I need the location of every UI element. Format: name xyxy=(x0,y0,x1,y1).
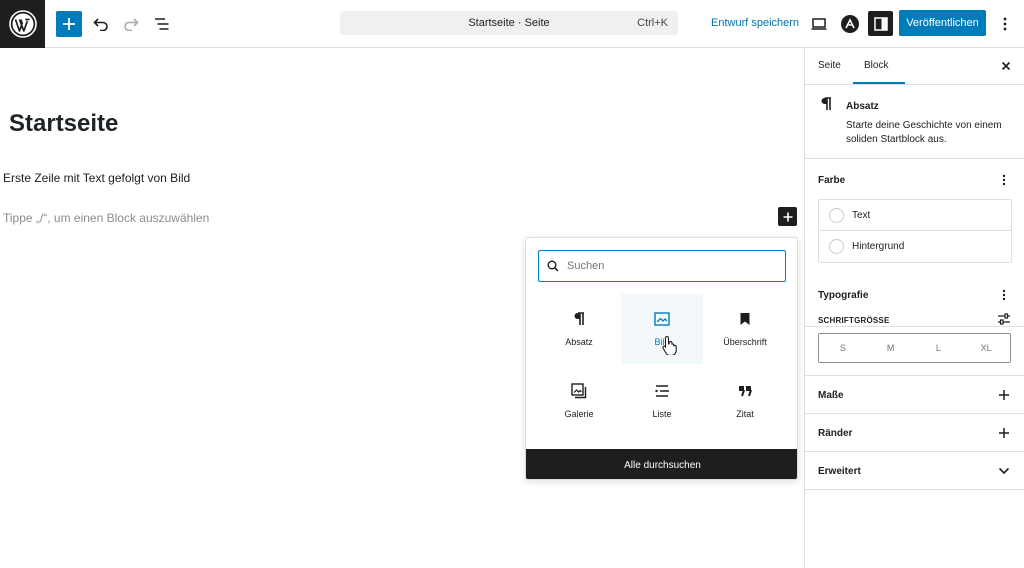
color-option-label: Text xyxy=(852,209,871,221)
empty-block-placeholder[interactable]: Tippe „/“, um einen Block auszuwählen xyxy=(3,211,209,225)
close-sidebar-button[interactable] xyxy=(998,58,1014,74)
document-bar[interactable]: Startseite · Seite Ctrl+K xyxy=(340,11,678,35)
border-panel[interactable]: Ränder xyxy=(805,414,1024,452)
top-toolbar: Startseite · Seite Ctrl+K Entwurf speich… xyxy=(0,0,1024,48)
color-panel-title: Farbe xyxy=(818,175,846,186)
preview-button[interactable] xyxy=(806,11,832,37)
block-type-label: Bild xyxy=(654,337,670,347)
browse-all-button[interactable]: Alle durchsuchen xyxy=(526,449,797,479)
sidebar-icon xyxy=(873,16,888,31)
search-icon xyxy=(539,251,567,281)
block-type-label: Liste xyxy=(652,409,672,419)
image-icon xyxy=(654,309,670,329)
advanced-panel[interactable]: Erweitert xyxy=(805,452,1024,490)
font-size-label: SCHRIFTGRÖSSE xyxy=(818,316,890,325)
add-block-button[interactable] xyxy=(778,207,797,226)
plus-icon xyxy=(63,18,75,30)
command-shortcut: Ctrl+K xyxy=(637,17,668,29)
color-option-label: Hintergrund xyxy=(852,241,905,252)
typography-panel-title: Typografie xyxy=(818,290,869,301)
more-vertical-icon xyxy=(1002,174,1006,186)
quote-icon xyxy=(738,381,752,401)
settings-sidebar: Seite Block Absatz Starte deine Geschich… xyxy=(804,48,1024,568)
settings-sliders-icon xyxy=(998,313,1010,325)
color-background-option[interactable]: Hintergrund xyxy=(819,231,1011,262)
color-swatch xyxy=(829,207,844,223)
desktop-icon xyxy=(811,18,827,30)
plugin-button[interactable] xyxy=(837,11,863,37)
font-size-toggle-group: S M L XL xyxy=(818,333,1011,363)
block-type-paragraph[interactable]: Absatz xyxy=(538,294,620,364)
gallery-icon xyxy=(571,381,587,401)
settings-toggle-button[interactable] xyxy=(868,11,893,36)
close-icon xyxy=(1001,61,1011,71)
block-editor: Startseite · Seite Ctrl+K Entwurf speich… xyxy=(0,0,1024,568)
dimensions-add-button[interactable] xyxy=(996,387,1012,403)
list-view-icon xyxy=(155,18,169,30)
block-card: Absatz Starte deine Geschichte von einem… xyxy=(805,85,1024,159)
undo-icon xyxy=(93,18,108,31)
plugin-logo-icon xyxy=(841,15,859,33)
color-text-option[interactable]: Text xyxy=(819,200,1011,231)
plus-icon xyxy=(999,390,1009,400)
active-tab-indicator xyxy=(853,82,905,84)
save-draft-button[interactable]: Entwurf speichern xyxy=(711,17,799,29)
more-vertical-icon xyxy=(1002,289,1006,301)
advanced-panel-title: Erweitert xyxy=(818,466,861,477)
block-type-label: Absatz xyxy=(565,337,593,347)
page-title[interactable]: Startseite xyxy=(9,110,118,138)
heading-icon xyxy=(739,309,751,329)
block-type-label: Überschrift xyxy=(723,337,767,347)
plus-icon xyxy=(783,212,792,221)
block-search-input[interactable] xyxy=(567,260,767,272)
advanced-expand-button[interactable] xyxy=(996,463,1012,479)
redo-icon xyxy=(124,18,139,31)
paragraph-icon xyxy=(573,309,585,329)
sidebar-tabs: Seite Block xyxy=(805,48,1024,85)
block-type-heading[interactable]: Überschrift xyxy=(704,294,786,364)
publish-button[interactable]: Veröffentlichen xyxy=(899,10,986,36)
color-options-button[interactable] xyxy=(996,172,1012,188)
font-size-custom-button[interactable] xyxy=(996,311,1012,327)
block-type-gallery[interactable]: Galerie xyxy=(538,366,620,436)
color-swatch xyxy=(829,239,844,254)
block-type-label: Zitat xyxy=(736,409,754,419)
redo-button[interactable] xyxy=(118,11,144,37)
more-vertical-icon xyxy=(1003,17,1007,31)
block-type-label: Galerie xyxy=(564,409,594,419)
tab-block[interactable]: Block xyxy=(864,60,888,71)
block-inserter-toggle-button[interactable] xyxy=(56,11,82,37)
list-icon xyxy=(654,381,670,401)
paragraph-icon xyxy=(820,97,832,116)
dimensions-panel[interactable]: Maße xyxy=(805,376,1024,414)
block-card-description: Starte deine Geschichte von einem solide… xyxy=(846,120,1002,145)
border-add-button[interactable] xyxy=(996,425,1012,441)
border-panel-title: Ränder xyxy=(818,428,853,439)
document-overview-button[interactable] xyxy=(149,11,175,37)
font-size-l[interactable]: L xyxy=(915,334,963,362)
font-size-m[interactable]: M xyxy=(867,334,915,362)
wordpress-logo-icon[interactable] xyxy=(0,0,45,48)
block-search[interactable] xyxy=(538,250,786,282)
undo-button[interactable] xyxy=(88,11,114,37)
dimensions-panel-title: Maße xyxy=(818,390,844,401)
font-size-s[interactable]: S xyxy=(819,334,867,362)
color-options-list: Text Hintergrund xyxy=(818,199,1012,263)
plus-icon xyxy=(999,428,1009,438)
block-type-image[interactable]: Bild xyxy=(621,294,703,364)
typography-options-button[interactable] xyxy=(996,287,1012,303)
block-type-list[interactable]: Liste xyxy=(621,366,703,436)
block-inserter-popover: Absatz Bild Überschrift Galerie xyxy=(525,237,798,480)
block-type-quote[interactable]: Zitat xyxy=(704,366,786,436)
block-card-title: Absatz xyxy=(846,101,879,112)
document-title: Startseite · Seite xyxy=(468,17,550,29)
font-size-xl[interactable]: XL xyxy=(962,334,1010,362)
chevron-down-icon xyxy=(998,467,1010,475)
paragraph-block[interactable]: Erste Zeile mit Text gefolgt von Bild xyxy=(3,171,190,185)
tab-page[interactable]: Seite xyxy=(818,60,841,71)
options-menu-button[interactable] xyxy=(992,11,1018,37)
